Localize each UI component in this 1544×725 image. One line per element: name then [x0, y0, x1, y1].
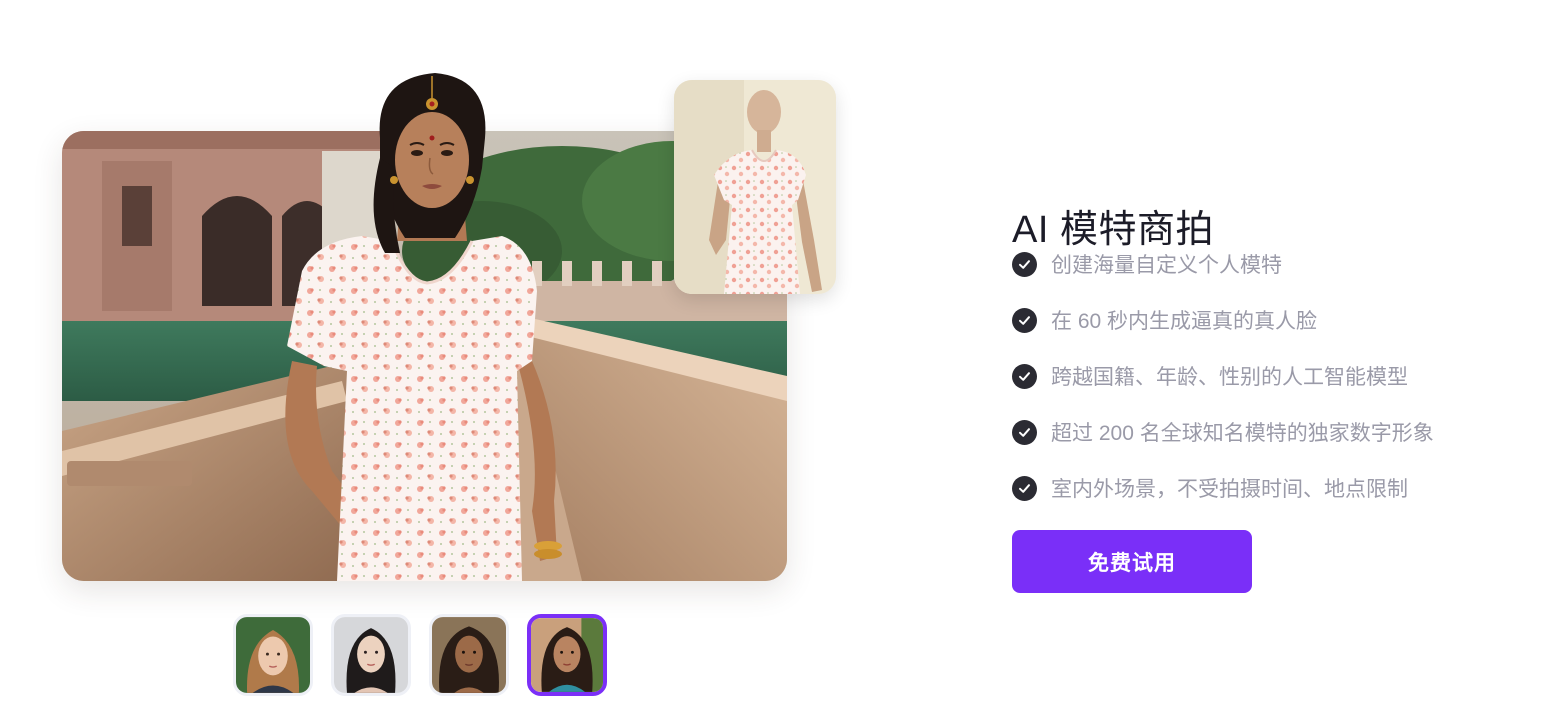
- model-thumbnail-1-image: [236, 617, 310, 693]
- page: AI 模特商拍 创建海量自定义个人模特 在 60 秒内生成逼真的真人脸 跨越国籍…: [0, 0, 1544, 725]
- model-thumbnail-2[interactable]: [331, 614, 411, 696]
- feature-item: 超过 200 名全球知名模特的独家数字形象: [1012, 404, 1434, 460]
- mannequin-scene: [674, 80, 836, 294]
- feature-text: 室内外场景，不受拍摄时间、地点限制: [1051, 478, 1408, 501]
- model-thumbnail-4-image: [531, 618, 603, 692]
- model-thumbnail-3[interactable]: [429, 614, 509, 696]
- check-circle-icon: [1012, 251, 1037, 277]
- check-circle-icon: [1012, 307, 1037, 333]
- model-thumbnail-1[interactable]: [233, 614, 313, 696]
- feature-item: 跨越国籍、年龄、性别的人工智能模型: [1012, 348, 1434, 404]
- feature-list: 创建海量自定义个人模特 在 60 秒内生成逼真的真人脸 跨越国籍、年龄、性别的人…: [1012, 236, 1434, 516]
- check-circle-icon: [1012, 419, 1037, 445]
- model-thumbnail-2-image: [334, 617, 408, 693]
- model-thumbnail-strip: [233, 614, 607, 696]
- feature-text: 跨越国籍、年龄、性别的人工智能模型: [1051, 366, 1408, 389]
- feature-item: 在 60 秒内生成逼真的真人脸: [1012, 292, 1434, 348]
- feature-text: 在 60 秒内生成逼真的真人脸: [1051, 310, 1318, 333]
- model-thumbnail-3-image: [432, 617, 506, 693]
- free-trial-button[interactable]: 免费试用: [1012, 530, 1252, 593]
- model-thumbnail-4[interactable]: [527, 614, 607, 696]
- check-circle-icon: [1012, 475, 1037, 501]
- hero-model-head: [373, 73, 486, 253]
- check-circle-icon: [1012, 363, 1037, 389]
- feature-item: 室内外场景，不受拍摄时间、地点限制: [1012, 460, 1434, 516]
- feature-text: 创建海量自定义个人模特: [1051, 254, 1282, 277]
- mannequin-image: [674, 80, 836, 294]
- feature-item: 创建海量自定义个人模特: [1012, 236, 1434, 292]
- feature-text: 超过 200 名全球知名模特的独家数字形象: [1051, 422, 1434, 445]
